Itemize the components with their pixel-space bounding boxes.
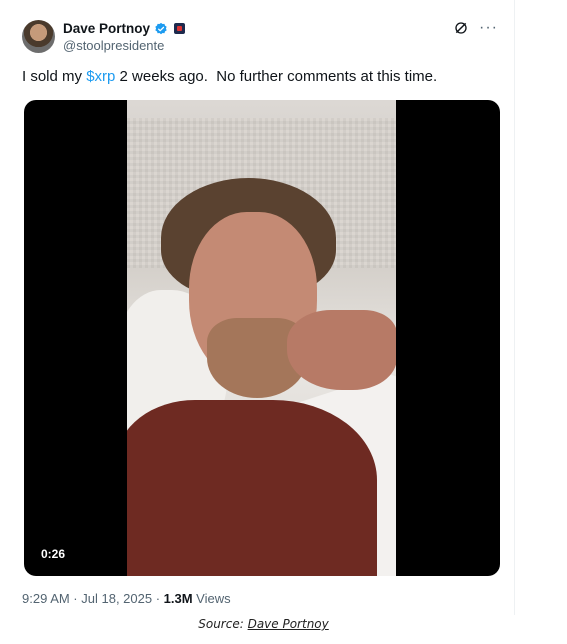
verified-badge-icon	[155, 22, 167, 34]
source-prefix: Source:	[198, 617, 248, 631]
source-caption: Source: Dave Portnoy	[0, 617, 527, 631]
tweet-time-date[interactable]: 9:29 AM · Jul 18, 2025 ·	[22, 591, 164, 606]
shirt	[127, 400, 377, 576]
video-frame	[127, 100, 396, 576]
avatar[interactable]	[22, 20, 55, 53]
tweet-meta: 9:29 AM · Jul 18, 2025 · 1.3M Views	[22, 591, 231, 606]
handle[interactable]: @stoolpresidente	[63, 38, 185, 53]
display-name[interactable]: Dave Portnoy	[63, 21, 150, 36]
views-label: Views	[192, 591, 231, 606]
hand	[287, 310, 396, 390]
views-count[interactable]: 1.3M	[164, 591, 193, 606]
tweet-card: Dave Portnoy @stoolpresidente ··· I sold…	[0, 0, 515, 615]
tweet-text-before: I sold my	[22, 68, 87, 85]
more-icon[interactable]: ···	[479, 20, 498, 36]
tweet-header: Dave Portnoy @stoolpresidente ···	[22, 18, 504, 58]
affiliate-badge-icon	[174, 23, 186, 34]
header-actions: ···	[453, 20, 498, 36]
source-link[interactable]: Dave Portnoy	[248, 617, 329, 631]
tweet-text: I sold my $xrp 2 weeks ago. No further c…	[22, 68, 502, 85]
video-player[interactable]: 0:26	[24, 100, 500, 576]
grok-icon[interactable]	[453, 20, 469, 36]
author-names: Dave Portnoy @stoolpresidente	[63, 21, 186, 53]
tweet-text-after: 2 weeks ago. No further comments at this…	[115, 68, 438, 85]
video-duration: 0:26	[36, 544, 71, 564]
cashtag-link[interactable]: $xrp	[86, 68, 115, 85]
